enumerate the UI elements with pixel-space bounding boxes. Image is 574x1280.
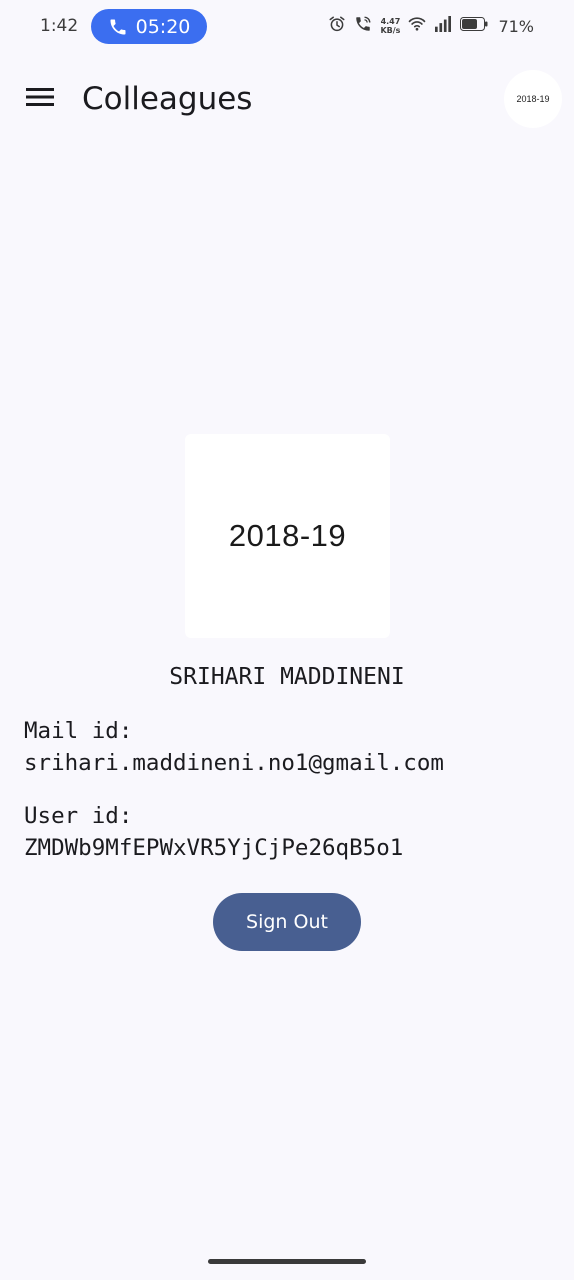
user-id-info: User id: ZMDWb9MfEPWxVR5YjCjPe26qB5o1 xyxy=(24,800,403,864)
battery-icon xyxy=(460,16,488,36)
mail-info: Mail id: srihari.maddineni.no1@gmail.com xyxy=(24,715,444,779)
status-time: 1:42 xyxy=(40,16,79,36)
gesture-navigation-bar[interactable] xyxy=(208,1259,366,1264)
battery-percent: 71% xyxy=(498,16,534,36)
alarm-icon xyxy=(328,15,346,38)
wifi-icon xyxy=(408,16,426,37)
ongoing-call-chip[interactable]: 05:20 xyxy=(91,9,207,44)
profile-image-text: 2018-19 xyxy=(228,518,347,553)
menu-button[interactable] xyxy=(20,81,60,117)
user-id-label: User id: xyxy=(24,803,133,829)
wifi-calling-icon xyxy=(354,15,372,38)
mail-label: Mail id: xyxy=(24,718,133,744)
status-icons: 4.47 KB/s 71% xyxy=(328,14,534,38)
avatar-text: 2018-19 xyxy=(516,94,550,104)
network-speed: 4.47 KB/s xyxy=(380,17,401,35)
user-name: SRIHARI MADDINENI xyxy=(169,664,405,690)
phone-icon xyxy=(108,17,128,37)
avatar[interactable]: 2018-19 xyxy=(504,70,562,128)
user-id-value: ZMDWb9MfEPWxVR5YjCjPe26qB5o1 xyxy=(24,835,404,861)
call-timer: 05:20 xyxy=(135,15,191,38)
top-app-bar: Colleagues 2018-19 xyxy=(0,62,574,136)
mail-value: srihari.maddineni.no1@gmail.com xyxy=(24,750,444,776)
status-bar: 1:42 05:20 4.47 KB/s 71% xyxy=(0,0,574,52)
page-title: Colleagues xyxy=(82,81,253,117)
profile-image: 2018-19 xyxy=(185,434,390,638)
sign-out-button[interactable]: Sign Out xyxy=(213,893,361,951)
signal-icon xyxy=(434,15,452,37)
hamburger-menu-icon xyxy=(26,87,54,112)
